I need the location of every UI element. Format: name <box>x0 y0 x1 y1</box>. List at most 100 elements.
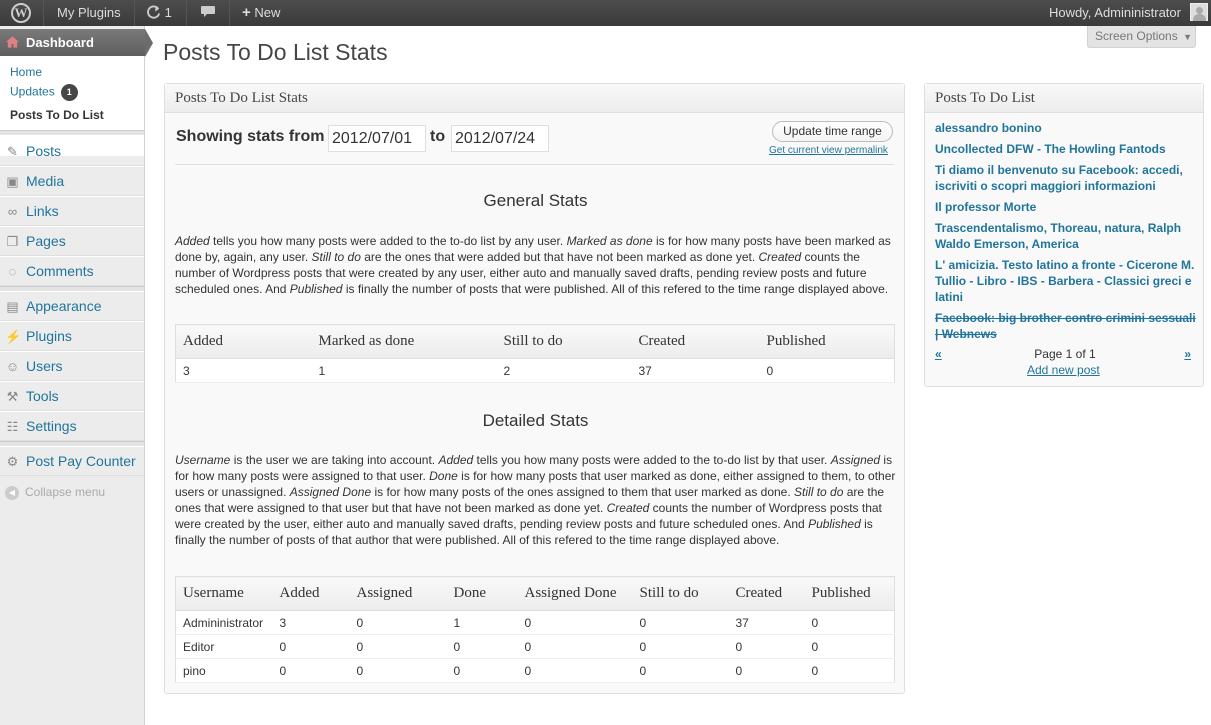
sidebar-item-tools[interactable]: ⚒ Tools <box>0 381 144 411</box>
avatar[interactable] <box>1190 3 1208 21</box>
column-header: Marked as done <box>311 324 497 359</box>
sidebar-item-dashboard[interactable]: Dashboard <box>0 29 145 56</box>
table-cell: Editor <box>175 634 273 659</box>
house-icon <box>6 36 19 48</box>
settings-icon: ☷ <box>6 419 19 434</box>
submenu-item-posts-to-do-list[interactable]: Posts To Do List <box>10 108 104 122</box>
update-time-range-button[interactable]: Update time range <box>772 121 893 142</box>
sidebar-item-pages[interactable]: ❐ Pages <box>0 226 144 256</box>
table-cell: 2 <box>496 358 632 383</box>
column-header: Published <box>759 324 895 359</box>
screen-options-label: Screen Options <box>1095 29 1178 43</box>
table-cell: 37 <box>728 610 805 635</box>
detailed-stats-table: Username Added Assigned Done Assigned Do… <box>175 576 895 683</box>
wordpress-logo-icon[interactable]: W <box>11 3 31 23</box>
users-icon: ☺ <box>5 359 20 374</box>
todo-item-link[interactable]: Ti diamo il benvenuto su Facebook: acced… <box>935 162 1197 194</box>
menu-separator <box>0 130 144 135</box>
todo-item-link[interactable]: Trascendentalismo, Thoreau, natura, Ralp… <box>935 220 1197 252</box>
table-header-row: Added Marked as done Still to do Created… <box>175 324 895 359</box>
pages-icon: ❐ <box>6 234 19 249</box>
table-cell: 1 <box>311 358 497 383</box>
sidebar-item-comments[interactable]: ◌ Comments <box>0 256 144 286</box>
todo-item-link[interactable]: L' amicizia. Testo latino a fronte - Cic… <box>935 257 1197 305</box>
column-header: Done <box>446 576 518 611</box>
column-header: Created <box>728 576 805 611</box>
updates-count: 1 <box>164 5 172 20</box>
table-cell: 1 <box>446 610 518 635</box>
my-account-link[interactable]: Howdy, Admininistrator <box>1049 0 1181 26</box>
postbox-title: Posts To Do List Stats <box>165 84 904 113</box>
to-date-input[interactable]: 2012/07/24 <box>451 125 549 152</box>
table-cell: 0 <box>446 634 518 659</box>
sidebar-item-links[interactable]: ∞ Links <box>0 196 144 226</box>
sidebar-item-plugins[interactable]: ⚡ Plugins <box>0 321 144 351</box>
table-cell: 0 <box>632 610 729 635</box>
page-info: Page 1 of 1 <box>1034 347 1096 361</box>
sidebar-item-label: Settings <box>26 418 77 434</box>
table-cell: 0 <box>272 634 350 659</box>
table-row: 3 1 2 37 0 <box>175 358 895 383</box>
appearance-icon: ▤ <box>6 299 19 314</box>
table-cell: 0 <box>349 634 447 659</box>
sidebar-item-settings[interactable]: ☷ Settings <box>0 411 144 441</box>
page-title: Posts To Do List Stats <box>163 39 388 65</box>
table-cell: 0 <box>728 658 805 683</box>
gear-icon: ⚙ <box>6 454 19 469</box>
pin-icon: ✎ <box>7 144 18 159</box>
sidebar-item-users[interactable]: ☺ Users <box>0 351 144 381</box>
table-cell: 0 <box>517 634 633 659</box>
permalink-link[interactable]: Get current view permalink <box>769 145 888 156</box>
sidebar-item-label: Tools <box>26 388 59 404</box>
todo-item-link[interactable]: Il professor Morte <box>935 199 1197 215</box>
updates-badge: 1 <box>60 84 78 101</box>
plugins-icon: ⚡ <box>5 329 22 344</box>
todo-postbox: Posts To Do List alessandro bonino Uncol… <box>924 83 1204 387</box>
new-label: New <box>254 5 281 20</box>
new-content-link[interactable]: + New <box>242 0 280 26</box>
sidebar-item-posts[interactable]: ✎ Posts <box>0 136 144 166</box>
table-cell: 0 <box>517 610 633 635</box>
general-stats-table: Added Marked as done Still to do Created… <box>175 324 895 383</box>
separator <box>43 0 44 26</box>
table-cell: 37 <box>631 358 760 383</box>
triangle-down-icon: ▼ <box>1183 32 1192 42</box>
refresh-icon <box>147 5 161 19</box>
table-header-row: Username Added Assigned Done Assigned Do… <box>175 576 895 611</box>
updates-link[interactable]: 1 <box>146 0 172 26</box>
table-cell: 0 <box>446 658 518 683</box>
tools-icon: ⚒ <box>6 389 19 404</box>
sidebar-item-post-pay-counter[interactable]: ⚙ Post Pay Counter <box>0 446 144 476</box>
postbox-title: Posts To Do List <box>925 84 1203 113</box>
from-date-input[interactable]: 2012/07/01 <box>328 125 426 152</box>
column-header: Published <box>804 576 895 611</box>
separator <box>229 0 230 26</box>
submenu-item-home[interactable]: Home <box>10 65 42 79</box>
todo-item-link-done[interactable]: Facebook: big brother contro crimini ses… <box>935 310 1197 342</box>
submenu-item-updates[interactable]: Updates 1 <box>10 84 78 101</box>
comments-icon: ◌ <box>8 264 17 279</box>
sidebar-item-label: Posts <box>26 143 62 159</box>
screen-options-button[interactable]: Screen Options ▼ <box>1087 26 1196 48</box>
site-name-link[interactable]: My Plugins <box>57 0 121 26</box>
admin-sidebar: Dashboard Home Updates 1 Posts To Do List… <box>0 26 153 725</box>
table-cell: 0 <box>759 358 895 383</box>
column-header: Added <box>175 324 312 359</box>
comments-link[interactable] <box>200 0 216 26</box>
comment-bubble-icon <box>201 6 215 17</box>
table-cell: 0 <box>517 658 633 683</box>
add-new-post-link[interactable]: Add new post <box>1027 363 1100 377</box>
collapse-menu-button[interactable]: ◀ Collapse menu <box>5 485 105 500</box>
separator <box>186 0 187 26</box>
sidebar-item-appearance[interactable]: ▤ Appearance <box>0 291 144 321</box>
next-page-link[interactable]: » <box>1184 347 1191 361</box>
todo-item-link[interactable]: Uncollected DFW - The Howling Fantods <box>935 141 1197 157</box>
general-stats-heading: General Stats <box>483 191 588 210</box>
sidebar-item-media[interactable]: ▣ Media <box>0 166 144 196</box>
column-header: Added <box>272 576 350 611</box>
todo-item-link[interactable]: alessandro bonino <box>935 120 1197 136</box>
table-cell: 0 <box>804 658 895 683</box>
stats-postbox: Posts To Do List Stats Showing stats fro… <box>164 83 905 694</box>
column-header: Still to do <box>496 324 632 359</box>
column-header: Username <box>175 576 273 611</box>
